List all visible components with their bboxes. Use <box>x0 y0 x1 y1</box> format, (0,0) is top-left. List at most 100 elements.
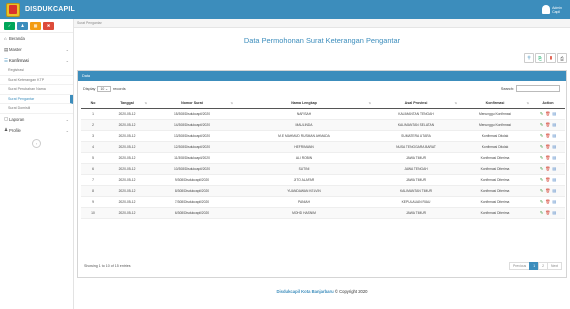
pagination-previous[interactable]: Previous <box>509 262 531 270</box>
edit-icon[interactable]: ✎ <box>540 155 543 160</box>
pagination-next[interactable]: Next <box>547 262 562 270</box>
sidebar-item-konfirmasi[interactable]: ☰ Konfirmasi ⌄ <box>0 55 73 66</box>
column-header[interactable]: Konfirmasi ⇅ <box>459 99 531 109</box>
edit-icon[interactable]: ✎ <box>540 111 543 116</box>
search-icon[interactable]: ⚲ <box>524 53 534 63</box>
delete-icon[interactable]: 🗑 <box>545 177 550 182</box>
search-input[interactable] <box>516 85 560 92</box>
table-row: 5 2020-05-12 11/308/Disdukcapil/2020 ALI RO… <box>81 152 565 164</box>
document-icon[interactable]: ▤ <box>552 122 556 127</box>
column-header[interactable]: Nama Lengkap ⇅ <box>235 99 373 109</box>
column-header[interactable]: Nomor Surat ⇅ <box>149 99 235 109</box>
collapse-sidebar-icon[interactable]: ‹ <box>32 138 41 148</box>
table-cell: ALI ROBIN <box>235 152 373 164</box>
column-header[interactable]: No <box>81 99 105 109</box>
document-icon[interactable]: ▤ <box>552 144 556 149</box>
table-cell: 11/308/Disdukcapil/2020 <box>149 152 235 164</box>
table-cell: 4 <box>81 141 105 153</box>
sidebar-item-label: Master <box>9 47 22 52</box>
edit-icon[interactable]: ✎ <box>540 133 543 138</box>
sidebar-item-beranda[interactable]: ⌂ Beranda <box>0 33 73 44</box>
table-header-row: No Tanggal ⇅ Nomor Surat ⇅ Nama Lengkap ⇅ A… <box>81 99 565 109</box>
page-size-select[interactable]: 10 ⌄ <box>97 86 112 92</box>
chevron-down-icon: ⌄ <box>65 58 69 63</box>
sidebar-sub-registrasi[interactable]: Registrasi <box>0 66 73 76</box>
sidebar-sub-surat-perubahan-nama[interactable]: Surat Perubahan Nama <box>0 85 73 95</box>
delete-icon[interactable]: 🗑 <box>545 199 550 204</box>
document-icon[interactable]: ▤ <box>552 199 556 204</box>
delete-icon[interactable]: 🗑 <box>545 144 550 149</box>
table-row: 3 2020-05-12 13/308/Disdukcapil/2020 M.E MA… <box>81 130 565 142</box>
delete-icon[interactable]: 🗑 <box>545 155 550 160</box>
table-row: 2 2020-05-12 14/308/Disdukcapil/2020 MAULIN… <box>81 119 565 131</box>
table-cell: 5 <box>81 152 105 164</box>
delete-icon[interactable]: 🗑 <box>545 210 550 215</box>
table-cell: 10/308/Disdukcapil/2020 <box>149 163 235 175</box>
table-cell: Konfirmasi Ditolak <box>459 130 531 142</box>
close-icon[interactable]: ✖ <box>43 21 54 30</box>
delete-icon[interactable]: 🗑 <box>545 111 550 116</box>
table-cell: 2020-05-12 <box>105 174 149 186</box>
table-cell: SUMATERA UTARA <box>373 130 459 142</box>
document-icon[interactable]: ▤ <box>552 133 556 138</box>
table-cell: Menunggu Konfirmasi <box>459 119 531 131</box>
action-cell: ✎ 🗑 ▤ <box>531 152 565 164</box>
page-size-control: Display 10 ⌄ records <box>83 86 126 92</box>
edit-icon[interactable]: ✎ <box>540 199 543 204</box>
document-icon[interactable]: ▤ <box>552 155 556 160</box>
table-cell: MAULINDA <box>235 119 373 131</box>
pdf-icon[interactable]: ▮ <box>546 53 556 63</box>
table-cell: 2020-05-12 <box>105 108 149 120</box>
edit-icon[interactable]: ✎ <box>540 122 543 127</box>
delete-icon[interactable]: 🗑 <box>545 133 550 138</box>
edit-icon[interactable]: ✎ <box>540 166 543 171</box>
delete-icon[interactable]: 🗑 <box>545 166 550 171</box>
table-cell: PANIAH <box>235 196 373 208</box>
column-header[interactable]: Asal Provinsi ⇅ <box>373 99 459 109</box>
print-icon[interactable]: ⎙ <box>557 53 567 63</box>
sidebar-item-profile[interactable]: ♟ Profile ⌄ <box>0 125 73 136</box>
table-cell: 6 <box>81 163 105 175</box>
table-cell: JAWA TENGAH <box>373 163 459 175</box>
table-cell: 2020-05-12 <box>105 119 149 131</box>
table-cell: Konfirmasi Diterima <box>459 163 531 175</box>
sidebar-item-label: Laporan <box>9 116 25 122</box>
sidebar-sub-surat-pengantar[interactable]: Surat Pengantar <box>0 94 73 104</box>
delete-icon[interactable]: 🗑 <box>545 122 550 127</box>
document-icon[interactable]: ▤ <box>552 210 556 215</box>
document-icon[interactable]: ▤ <box>552 166 556 171</box>
column-header[interactable]: Tanggal ⇅ <box>105 99 149 109</box>
breadcrumb: Surat Pengantar <box>74 19 570 28</box>
document-icon[interactable]: ▤ <box>552 111 556 116</box>
table-row: 6 2020-05-12 10/308/Disdukcapil/2020 SUTINI… <box>81 163 565 175</box>
delete-icon[interactable]: 🗑 <box>545 188 550 193</box>
user-menu[interactable]: Admin Capil <box>542 2 562 17</box>
check-icon[interactable]: ✓ <box>4 21 15 30</box>
calendar-icon[interactable]: ▦ <box>30 21 41 30</box>
table-cell: Konfirmasi Diterima <box>459 174 531 186</box>
table-cell: JITO ALAFAR <box>235 174 373 186</box>
show-label: Display <box>83 87 96 91</box>
action-cell: ✎ 🗑 ▤ <box>531 185 565 197</box>
sidebar-item-label: Beranda <box>9 36 25 41</box>
table-cell: JAWA TIMUR <box>373 152 459 164</box>
document-icon[interactable]: ▤ <box>552 188 556 193</box>
document-icon[interactable]: ▤ <box>552 177 556 182</box>
edit-icon[interactable]: ✎ <box>540 144 543 149</box>
sidebar-sub-surat-domisili[interactable]: Surat Domisili <box>0 104 73 114</box>
table-cell: 2020-05-12 <box>105 141 149 153</box>
sidebar-item-laporan[interactable]: ▢ Laporan ⌄ <box>0 114 73 125</box>
edit-icon[interactable]: ✎ <box>540 188 543 193</box>
sidebar-item-master[interactable]: ▤ Master ⌄ <box>0 44 73 55</box>
table-cell: 12/308/Disdukcapil/2020 <box>149 141 235 153</box>
copy-icon[interactable]: ⎘ <box>535 53 545 63</box>
user-icon[interactable]: ♟ <box>17 21 28 30</box>
search-label: Search: <box>500 86 514 91</box>
pagination: Previous 1 2 Next <box>509 262 562 270</box>
table-cell: MOHD HASNIM <box>235 207 373 219</box>
edit-icon[interactable]: ✎ <box>540 177 543 182</box>
edit-icon[interactable]: ✎ <box>540 210 543 215</box>
user-avatar-icon <box>542 5 551 14</box>
sidebar-sub-surat-ktp[interactable]: Surat Keterangan KTP <box>0 76 73 85</box>
action-cell: ✎ 🗑 ▤ <box>531 108 565 120</box>
